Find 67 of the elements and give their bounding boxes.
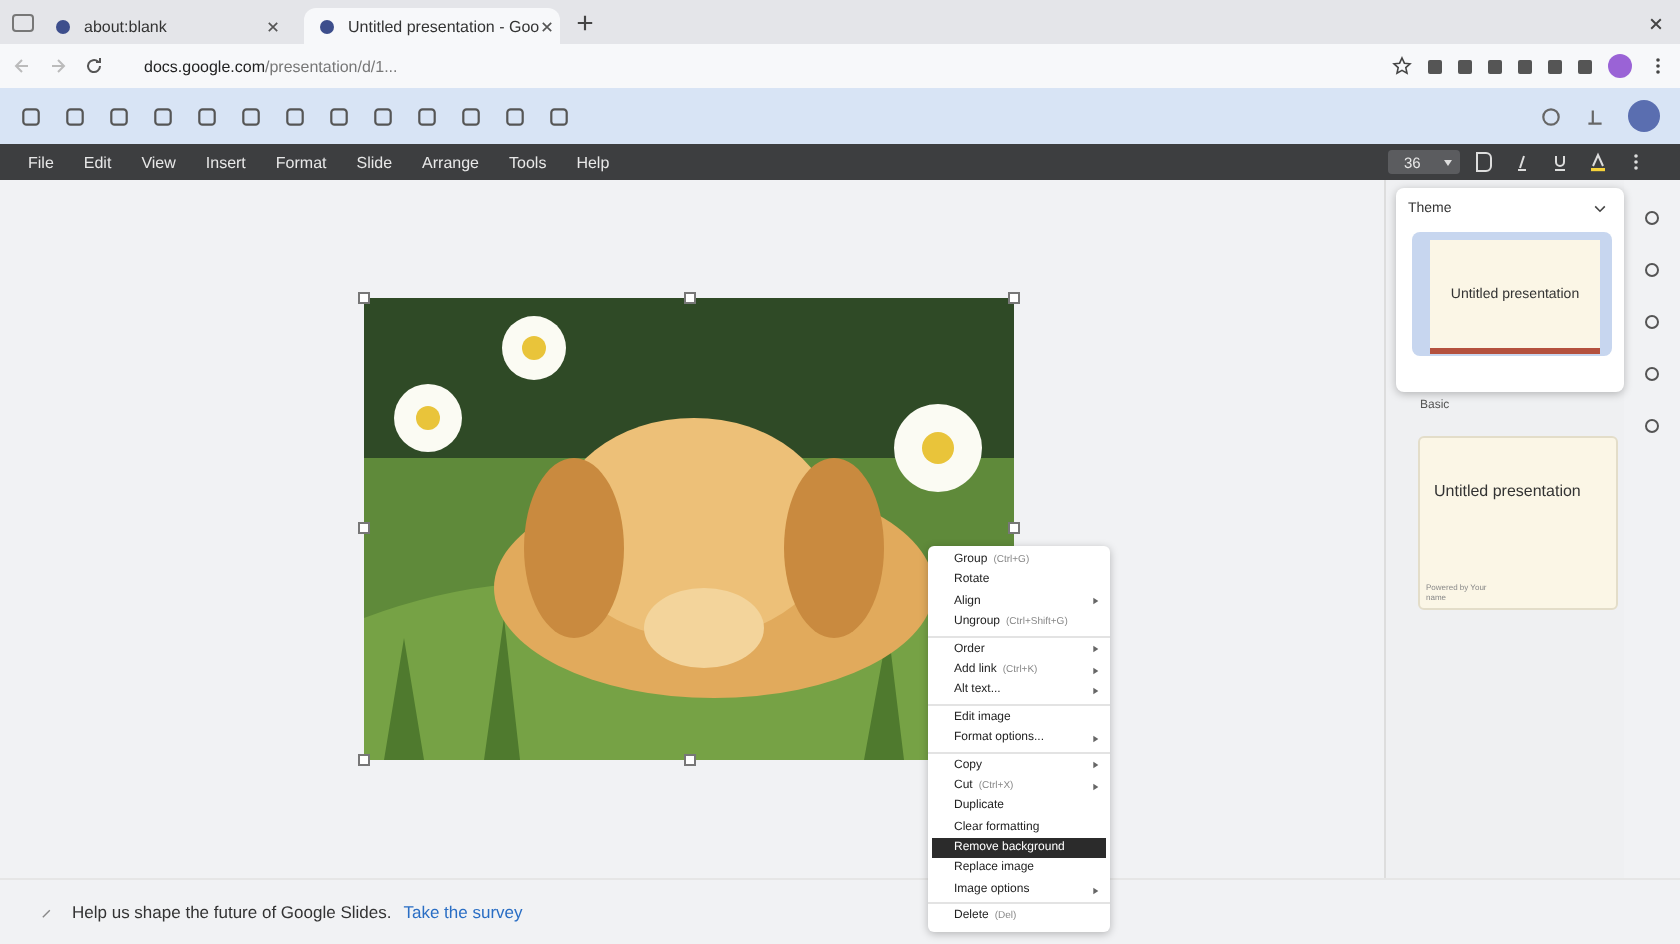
italic-icon[interactable] <box>1512 152 1532 172</box>
browser-tab[interactable]: about:blank <box>40 8 296 44</box>
toolbar-icon[interactable] <box>328 105 350 127</box>
survey-message: Help us shape the future of Google Slides. <box>72 902 392 922</box>
extension-icon[interactable] <box>1428 59 1442 73</box>
activity-icon[interactable] <box>1540 105 1562 127</box>
pencil-icon <box>40 905 54 919</box>
toolbar-icon[interactable] <box>460 105 482 127</box>
side-panel-icon[interactable] <box>1642 364 1662 384</box>
star-icon[interactable] <box>1392 56 1412 76</box>
menu-item[interactable]: Help <box>576 153 610 171</box>
resize-handle[interactable] <box>1008 292 1020 304</box>
toolbar-icon[interactable] <box>372 105 394 127</box>
resize-handle[interactable] <box>684 292 696 304</box>
menu-item[interactable]: View <box>141 153 176 171</box>
toolbar-icon[interactable] <box>20 105 42 127</box>
text-color-icon[interactable] <box>1588 152 1608 172</box>
extension-icon[interactable] <box>1458 59 1472 73</box>
toolbar-icon[interactable] <box>284 105 306 127</box>
profile-avatar[interactable] <box>1608 54 1632 78</box>
menu-item[interactable]: Slide <box>356 153 393 171</box>
side-panel-icon[interactable] <box>1642 416 1662 436</box>
toolbar-icon[interactable] <box>108 105 130 127</box>
extension-icon[interactable] <box>1518 59 1532 73</box>
underline-icon[interactable] <box>1550 152 1570 172</box>
toolbar-icon[interactable] <box>152 105 174 127</box>
toolbar-icon[interactable] <box>504 105 526 127</box>
browser-tab[interactable]: Untitled presentation - Goo <box>304 8 560 44</box>
extension-icon[interactable] <box>1488 59 1502 73</box>
favicon-icon <box>56 19 70 33</box>
menu-item[interactable]: Insert <box>205 153 246 171</box>
toolbar-icon[interactable] <box>416 105 438 127</box>
toolbar-icon[interactable] <box>548 105 570 127</box>
resize-handle[interactable] <box>358 522 370 534</box>
close-tab-icon[interactable] <box>266 19 280 33</box>
side-panel-icon[interactable] <box>1642 260 1662 280</box>
bold-icon[interactable] <box>1476 152 1492 172</box>
close-tab-icon[interactable] <box>539 19 554 33</box>
chevron-icon[interactable] <box>1592 200 1608 216</box>
account-avatar[interactable] <box>1628 100 1660 132</box>
side-panel-icon[interactable] <box>1642 312 1662 332</box>
tab-title: Untitled presentation - Goo <box>348 17 540 35</box>
toolbar-icon[interactable] <box>64 105 86 127</box>
resize-handle[interactable] <box>358 754 370 766</box>
slide-title: Untitled presentation <box>1434 482 1581 500</box>
toolbar-icon[interactable] <box>196 105 218 127</box>
menu-item[interactable]: Arrange <box>422 153 480 171</box>
toolbar-icon[interactable] <box>240 105 262 127</box>
extension-icon[interactable] <box>1578 59 1592 73</box>
extension-icon[interactable] <box>1548 59 1562 73</box>
resize-handle[interactable] <box>684 754 696 766</box>
new-tab-icon[interactable] <box>576 13 594 31</box>
menu-item[interactable]: File <box>28 153 54 171</box>
tab-title: about:blank <box>84 17 167 35</box>
menu-item[interactable]: Tools <box>509 153 547 171</box>
resize-handle[interactable] <box>358 292 370 304</box>
resize-handle[interactable] <box>1008 522 1020 534</box>
reload-icon[interactable] <box>84 56 104 76</box>
menu-item[interactable]: Format <box>275 153 327 171</box>
present-icon[interactable] <box>1584 105 1606 127</box>
close-icon[interactable] <box>1648 16 1664 32</box>
side-panel-icon[interactable] <box>1642 208 1662 228</box>
survey-link[interactable]: Take the survey <box>403 902 523 922</box>
favicon-icon <box>320 19 334 33</box>
menu-item[interactable]: Edit <box>83 153 112 171</box>
caret-icon <box>1444 160 1452 170</box>
tab-list-icon[interactable] <box>12 14 34 32</box>
